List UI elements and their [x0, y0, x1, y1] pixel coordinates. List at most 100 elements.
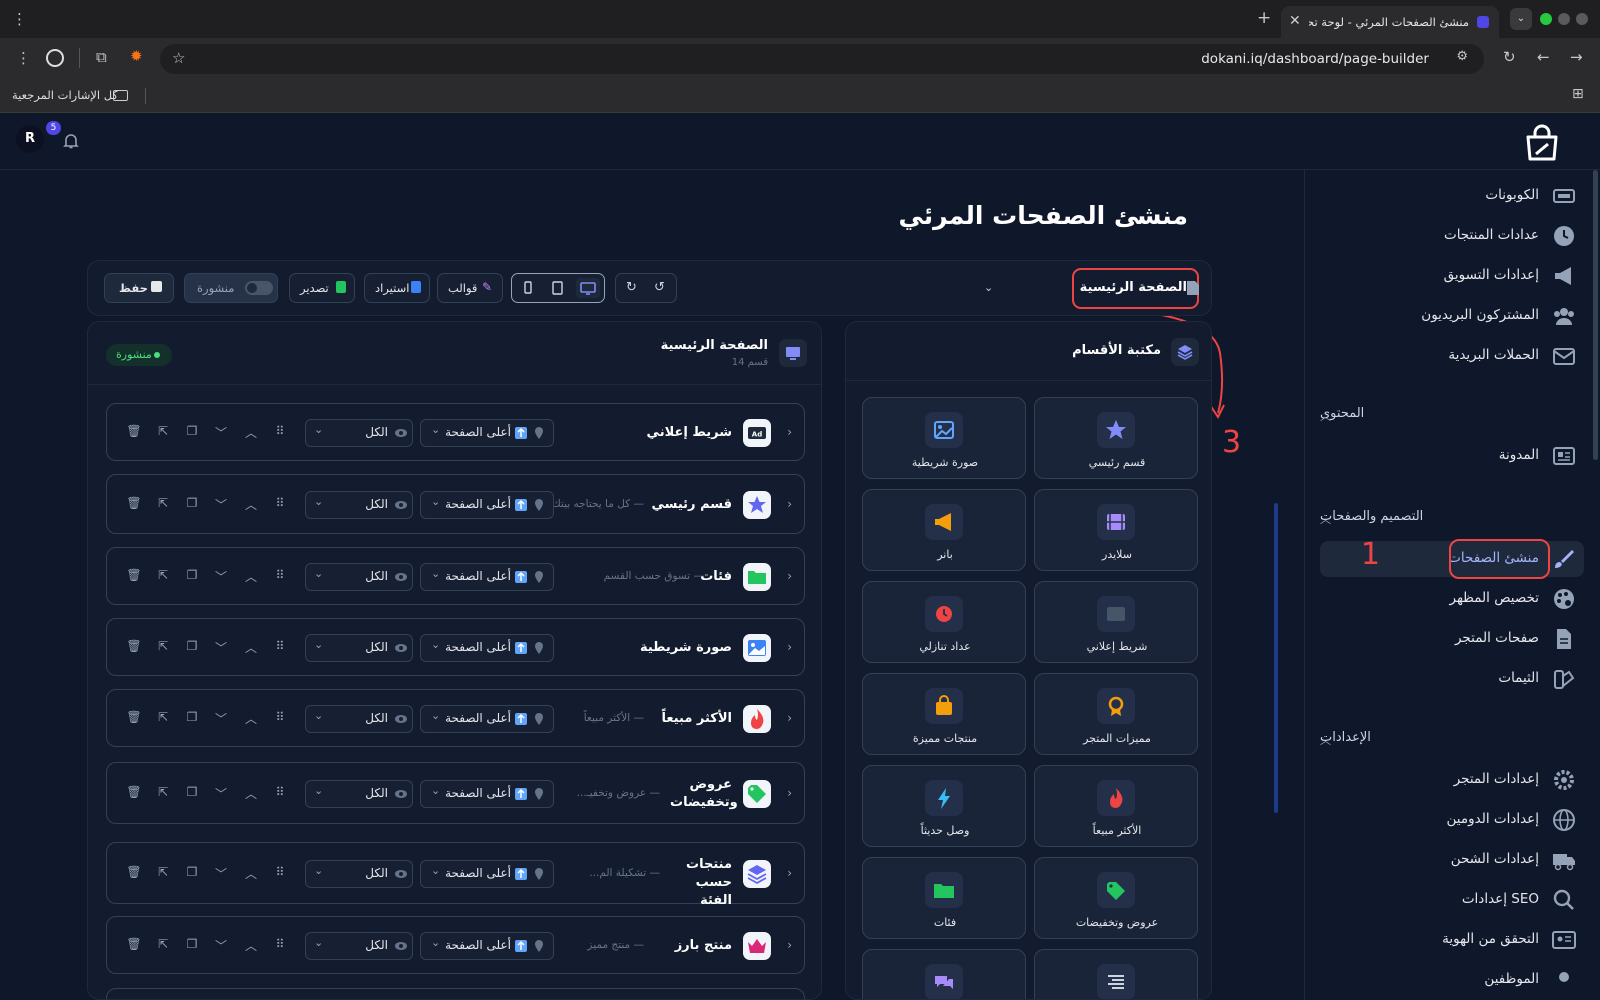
- duplicate-icon[interactable]: ❐: [183, 710, 201, 724]
- section-row[interactable]: › Ad شريط إعلاني أعلى الصفحة ⌄ الكل ⌄ ⠿ ︿ ﹀ ❐ ⇱ 🗑: [106, 403, 805, 461]
- move-down-icon[interactable]: ﹀: [212, 639, 230, 656]
- trash-icon[interactable]: 🗑: [125, 496, 143, 510]
- library-card[interactable]: الأكثر مبيعاً: [1034, 765, 1198, 847]
- site-settings-icon[interactable]: ⚙: [1456, 49, 1468, 64]
- sidebar-group-design[interactable]: التصميم والصفحات ︿: [1320, 509, 1568, 527]
- trash-icon[interactable]: 🗑: [125, 639, 143, 653]
- library-card[interactable]: عداد تنازلي: [862, 581, 1026, 663]
- more-icon[interactable]: ⋮: [16, 49, 31, 67]
- library-card[interactable]: سلايدر: [1034, 489, 1198, 571]
- library-card[interactable]: فئات: [862, 857, 1026, 939]
- library-card[interactable]: منتجات مميزة: [862, 673, 1026, 755]
- visibility-select[interactable]: الكل ⌄: [305, 634, 413, 662]
- section-row[interactable]: › الأكثر مبيعاً — الأكثر مبيعاً أعلى الصفحة…: [106, 689, 805, 747]
- publish-toggle[interactable]: منشورة: [184, 273, 278, 303]
- trash-icon[interactable]: 🗑: [125, 568, 143, 582]
- sidebar-group-content[interactable]: المحتوى ︿: [1320, 406, 1568, 424]
- duplicate-icon[interactable]: ❐: [183, 785, 201, 799]
- share-icon[interactable]: ⇱: [154, 496, 172, 510]
- move-up-icon[interactable]: ︿: [242, 568, 260, 585]
- sidebar-item-campaigns[interactable]: الحملات البريدية: [1320, 338, 1584, 374]
- chevron-down-icon[interactable]: ⌄: [984, 281, 993, 294]
- import-button[interactable]: استيراد: [364, 273, 430, 303]
- tab-search-icon[interactable]: ⌄: [1510, 8, 1532, 30]
- sidebar-item-themes[interactable]: الثيمات: [1320, 661, 1584, 697]
- visibility-select[interactable]: الكل ⌄: [305, 419, 413, 447]
- move-down-icon[interactable]: ﹀: [212, 785, 230, 802]
- sidebar-item-store-pages[interactable]: صفحات المتجر: [1320, 621, 1584, 657]
- share-icon[interactable]: ⇱: [154, 865, 172, 879]
- duplicate-icon[interactable]: ❐: [183, 865, 201, 879]
- share-icon[interactable]: ⇱: [154, 710, 172, 724]
- drag-handle-icon[interactable]: ⠿: [271, 568, 289, 582]
- chevron-up-icon[interactable]: ︿: [1320, 408, 1331, 424]
- bell-icon[interactable]: [62, 132, 80, 150]
- move-up-icon[interactable]: ︿: [242, 710, 260, 727]
- bookmark-star-icon[interactable]: ☆: [172, 49, 185, 67]
- all-bookmarks-link[interactable]: كل الإشارات المرجعية: [12, 88, 118, 102]
- section-row[interactable]: › منتجات حسب الفئة — تشكيلة الم... أعلى الص…: [106, 842, 805, 908]
- library-card[interactable]: صورة شريطية: [862, 397, 1026, 479]
- sidebar-item-product-counters[interactable]: عدادات المنتجات: [1320, 218, 1584, 254]
- omnibox[interactable]: ☆ dokani.iq/dashboard/page-builder ⚙: [160, 44, 1484, 74]
- sidebar-item-domain-settings[interactable]: إعدادات الدومين: [1320, 802, 1584, 838]
- move-down-icon[interactable]: ﹀: [212, 496, 230, 513]
- library-card[interactable]: [1034, 949, 1198, 999]
- position-select[interactable]: أعلى الصفحة ⌄: [420, 780, 554, 808]
- share-icon[interactable]: ⇱: [154, 568, 172, 582]
- extension-sun-icon[interactable]: ✹: [130, 47, 143, 65]
- close-tab-icon[interactable]: ✕: [1289, 13, 1301, 29]
- section-row[interactable]: › عروض وتخفيضات — عروض وتخفيـ... أعلى الصفح…: [106, 762, 805, 824]
- trash-icon[interactable]: 🗑: [125, 865, 143, 879]
- move-up-icon[interactable]: ︿: [242, 865, 260, 882]
- move-down-icon[interactable]: ﹀: [212, 568, 230, 585]
- trash-icon[interactable]: 🗑: [125, 785, 143, 799]
- sidebar-item-marketing[interactable]: إعدادات التسويق: [1320, 258, 1584, 294]
- drag-handle-icon[interactable]: ⠿: [271, 937, 289, 951]
- sidebar-scrollbar[interactable]: [1593, 170, 1598, 460]
- chevron-right-icon[interactable]: ›: [787, 569, 792, 583]
- drag-handle-icon[interactable]: ⠿: [271, 785, 289, 799]
- save-button[interactable]: حفظ: [104, 273, 174, 303]
- sidebar-item-seo-settings[interactable]: إعدادات SEO: [1320, 882, 1584, 918]
- move-up-icon[interactable]: ︿: [242, 937, 260, 954]
- share-icon[interactable]: ⇱: [154, 424, 172, 438]
- section-row[interactable]: › منتج بارز — منتج مميز أعلى الصفحة ⌄ الكل ⌄ ⠿ ︿…: [106, 916, 805, 974]
- chevron-right-icon[interactable]: ›: [787, 786, 792, 800]
- sidebar-item-blog[interactable]: المدونة: [1320, 438, 1584, 474]
- extensions-icon[interactable]: ⧉: [96, 48, 107, 66]
- main-scrollbar[interactable]: [1274, 503, 1278, 813]
- chevron-up-icon[interactable]: ︿: [1320, 732, 1331, 748]
- position-select[interactable]: أعلى الصفحة ⌄: [420, 563, 554, 591]
- position-select[interactable]: أعلى الصفحة ⌄: [420, 634, 554, 662]
- visibility-select[interactable]: الكل ⌄: [305, 563, 413, 591]
- window-minimize-icon[interactable]: [1558, 13, 1570, 25]
- chevron-right-icon[interactable]: ›: [787, 711, 792, 725]
- tablet-icon[interactable]: [548, 278, 568, 298]
- store-logo-icon[interactable]: [1522, 123, 1562, 163]
- visibility-select[interactable]: الكل ⌄: [305, 780, 413, 808]
- section-row[interactable]: › قسم رئيسي — كل ما يحتاجه بيتك و... أعلى ا…: [106, 474, 805, 534]
- drag-handle-icon[interactable]: ⠿: [271, 424, 289, 438]
- sidebar-item-identity[interactable]: التحقق من الهوية: [1320, 922, 1584, 958]
- export-button[interactable]: تصدير: [289, 273, 355, 303]
- drag-handle-icon[interactable]: ⠿: [271, 865, 289, 879]
- section-row[interactable]: › فئات — تسوق حسب القسم أعلى الصفحة ⌄ الكل ⌄ ⠿ ︿…: [106, 547, 805, 605]
- sidebar-item-coupons[interactable]: الكوبونات: [1320, 178, 1584, 214]
- drag-handle-icon[interactable]: ⠿: [271, 710, 289, 724]
- duplicate-icon[interactable]: ❐: [183, 424, 201, 438]
- window-maximize-icon[interactable]: [1540, 13, 1552, 25]
- move-up-icon[interactable]: ︿: [242, 639, 260, 656]
- mobile-icon[interactable]: [518, 278, 538, 298]
- move-down-icon[interactable]: ﹀: [212, 937, 230, 954]
- library-card[interactable]: وصل حديثاً: [862, 765, 1026, 847]
- window-close-icon[interactable]: [1576, 13, 1588, 25]
- menu-dots-icon[interactable]: ⋮: [12, 10, 27, 28]
- duplicate-icon[interactable]: ❐: [183, 639, 201, 653]
- section-row[interactable]: › صورة شريطية أعلى الصفحة ⌄ الكل ⌄ ⠿ ︿ ﹀ ❐ ⇱ 🗑: [106, 618, 805, 676]
- chevron-right-icon[interactable]: ›: [787, 497, 792, 511]
- duplicate-icon[interactable]: ❐: [183, 496, 201, 510]
- new-tab-icon[interactable]: +: [1257, 8, 1271, 28]
- reload-icon[interactable]: ↻: [1503, 48, 1516, 66]
- chevron-up-icon[interactable]: ︿: [1320, 511, 1331, 527]
